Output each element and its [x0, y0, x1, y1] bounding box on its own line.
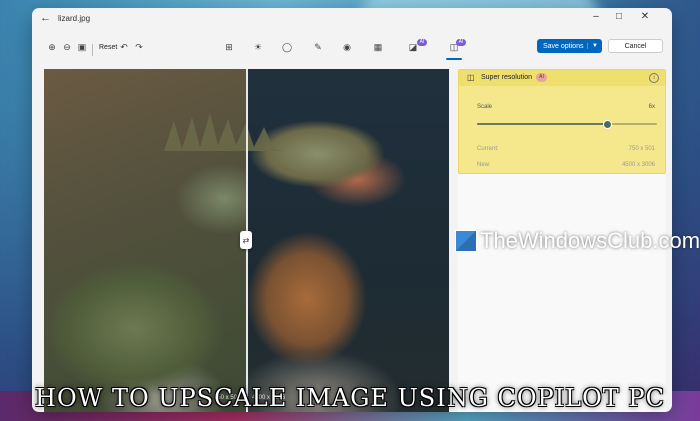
undo-icon[interactable]: ↶ — [116, 42, 132, 53]
adjust-icon[interactable]: ☀ — [250, 42, 266, 53]
new-size-value: 4500 x 3006 — [621, 162, 655, 168]
effects-icon[interactable]: ▦ — [370, 42, 386, 53]
erase-icon[interactable]: ◉ — [339, 42, 355, 53]
image-canvas[interactable]: ⇄ 750 x 501 4500 x 3006 — [44, 69, 449, 412]
zoom-out-icon[interactable]: ⊖ — [59, 42, 75, 53]
scale-slider-thumb[interactable] — [602, 120, 612, 129]
current-size-value: 750 x 501 — [628, 146, 655, 152]
info-icon[interactable]: i — [649, 73, 659, 83]
markup-icon[interactable]: ✎ — [310, 42, 326, 53]
toolbar-divider — [92, 44, 93, 56]
super-resolution-card: ◫ Super resolution AI i Scale 6x Current… — [458, 69, 666, 174]
scale-label: Scale — [477, 104, 493, 110]
filter-icon[interactable]: ◯ — [279, 42, 295, 53]
cancel-button[interactable]: Cancel — [608, 39, 663, 53]
super-resolution-header[interactable]: ◫ Super resolution AI i — [459, 70, 665, 86]
watermark: TheWindowsClub.com — [455, 228, 700, 254]
photos-app-window: ← lizard.jpg – □ ✕ ⊕ ⊖ ▣ Reset ↶ ↷ ⊞ ☀ ◯… — [32, 8, 672, 412]
zoom-in-icon[interactable]: ⊕ — [44, 42, 60, 53]
reset-button[interactable]: Reset — [99, 44, 117, 51]
ai-badge: AI — [417, 39, 427, 46]
redo-icon[interactable]: ↷ — [131, 42, 147, 53]
title-bar: ← lizard.jpg – □ ✕ — [32, 8, 672, 30]
caption-banner: HOW TO UPSCALE IMAGE USING COPILOT PC — [35, 384, 665, 412]
crop-icon[interactable]: ⊞ — [221, 42, 237, 53]
window-title: lizard.jpg — [58, 14, 91, 23]
compare-swap-icon[interactable]: ⇄ — [240, 231, 252, 249]
minimize-icon[interactable]: – — [585, 11, 607, 22]
new-size-label: New: — [477, 162, 491, 168]
active-tool-indicator — [446, 58, 462, 60]
super-resolution-title: Super resolution — [481, 74, 532, 81]
super-resolution-icon: ◫ — [467, 73, 475, 82]
maximize-icon[interactable]: □ — [608, 11, 630, 22]
scale-slider-fill — [477, 123, 607, 125]
watermark-text: TheWindowsClub.com — [480, 228, 700, 253]
fit-view-icon[interactable]: ▣ — [74, 42, 90, 53]
windowsclub-logo-icon — [455, 230, 477, 252]
scale-slider[interactable] — [477, 120, 657, 129]
current-size-label: Current: — [477, 146, 499, 152]
save-options-label: Save options — [543, 42, 584, 50]
ai-badge: AI — [536, 73, 547, 82]
iguana-crest — [164, 113, 284, 151]
scale-value: 6x — [648, 104, 655, 110]
chevron-down-icon[interactable]: ▼ — [587, 43, 602, 49]
close-icon[interactable]: ✕ — [634, 11, 656, 22]
back-arrow-icon[interactable]: ← — [40, 12, 51, 24]
save-options-button[interactable]: Save options ▼ — [537, 39, 602, 53]
ai-badge: AI — [456, 39, 466, 46]
